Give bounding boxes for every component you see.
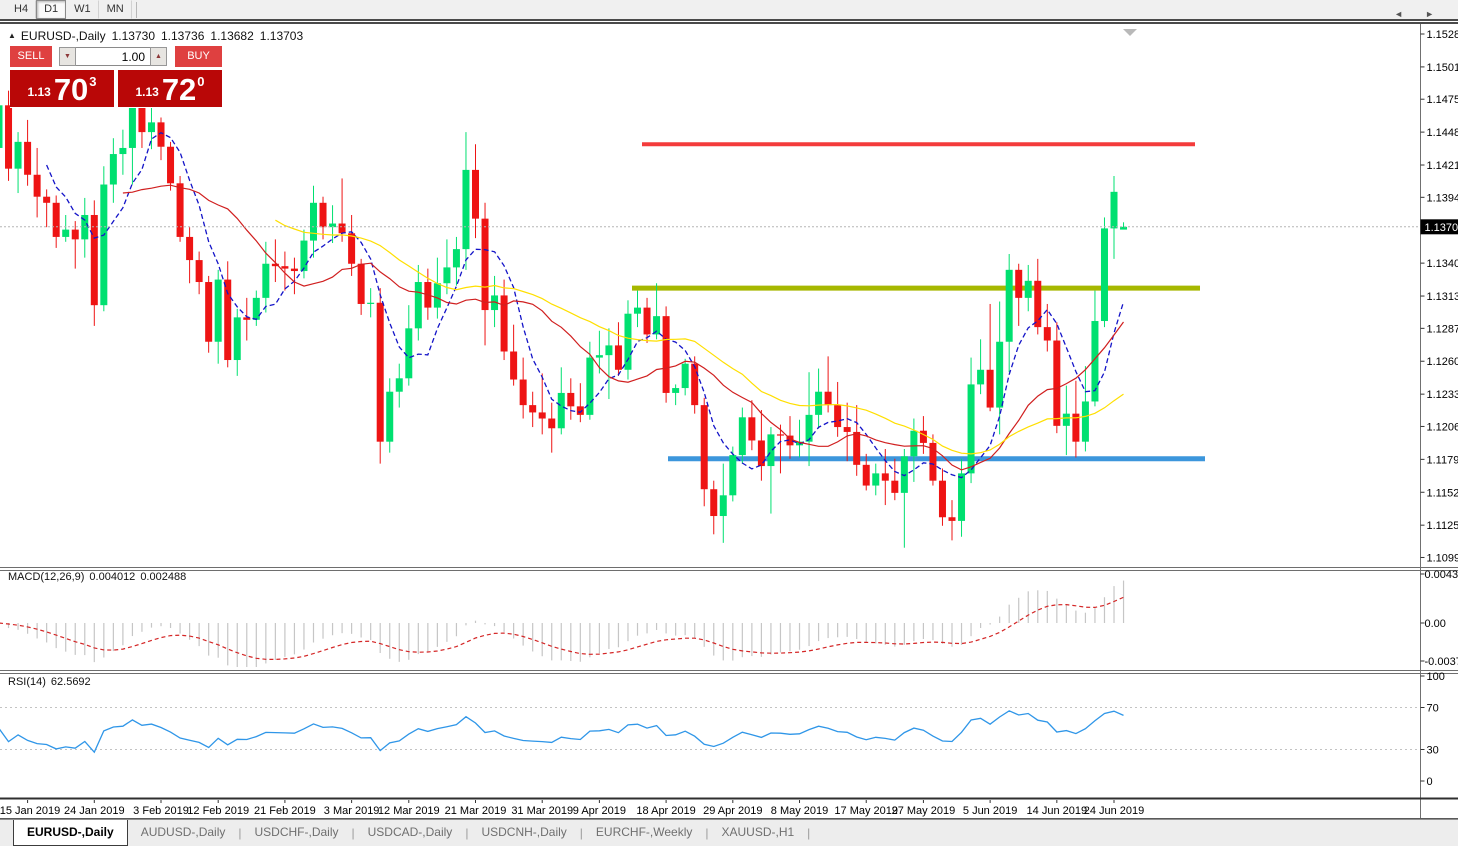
price-tick: 1.12330 <box>1427 389 1458 401</box>
timeframe-button-mn[interactable]: MN <box>99 0 132 19</box>
tab-separator: | <box>807 826 811 840</box>
price-tick: 1.13945 <box>1427 192 1458 204</box>
timeframe-toolbar: H4 D1 W1 MN <box>0 0 1458 21</box>
chart-tab-xauusd[interactable]: XAUUSD-,H1 <box>708 820 807 846</box>
chart-tab-eurchf[interactable]: EURCHF-,Weekly <box>583 820 705 846</box>
buy-button[interactable]: BUY <box>175 46 222 67</box>
chart-tab-audusd[interactable]: AUDUSD-,Daily <box>128 820 239 846</box>
date-tick: 24 Jun 2019 <box>1084 805 1145 817</box>
one-click-trading-panel: SELL ▼ ▲ BUY 1.13 70 3 1.13 72 0 <box>10 46 222 108</box>
rsi-indicator-label: RSI(14) 62.5692 <box>8 676 96 688</box>
timeframe-button-h4[interactable]: H4 <box>6 0 37 19</box>
sell-price-sup: 3 <box>89 74 97 89</box>
svg-text:0.004379: 0.004379 <box>1425 569 1458 581</box>
svg-text:30: 30 <box>1427 745 1439 757</box>
date-tick: 15 Jan 2019 <box>0 805 60 817</box>
price-tick: 1.12870 <box>1427 323 1458 335</box>
chart-tab-eurusd[interactable]: EURUSD-,Daily <box>13 820 128 846</box>
chart-tab-usdcnh[interactable]: USDCNH-,Daily <box>468 820 579 846</box>
date-tick: 3 Feb 2019 <box>133 805 189 817</box>
date-tick: 9 Apr 2019 <box>573 805 626 817</box>
date-tick: 12 Feb 2019 <box>187 805 249 817</box>
sell-price-button[interactable]: 1.13 70 3 <box>10 70 114 107</box>
price-tick: 1.10990 <box>1427 552 1458 564</box>
date-tick: 3 Mar 2019 <box>324 805 380 817</box>
date-tick: 12 Mar 2019 <box>378 805 440 817</box>
tab-scroll-controls: ◄ ► <box>1372 0 1434 27</box>
svg-text:100: 100 <box>1427 671 1445 683</box>
mt4-window: H4D1W1MN 1.152851.150151.147501.144801.1… <box>0 0 1458 846</box>
timeframe-button-w1[interactable]: W1 <box>66 0 99 19</box>
volume-input[interactable] <box>76 47 150 66</box>
date-tick: 31 Mar 2019 <box>511 805 573 817</box>
buy-price-sup: 0 <box>197 74 205 89</box>
date-tick: 21 Feb 2019 <box>254 805 316 817</box>
chart-tabs-bar: EURUSD-,Daily AUDUSD-,Daily | USDCHF-,Daily… <box>0 819 1458 846</box>
tab-scroll-right-icon[interactable]: ► <box>1425 9 1434 19</box>
price-tick: 1.11525 <box>1427 487 1458 499</box>
chart-canvas[interactable]: 1.152851.150151.147501.144801.142101.139… <box>0 0 1458 846</box>
sell-price-big: 70 <box>53 72 89 107</box>
date-tick: 5 Jun 2019 <box>963 805 1017 817</box>
buy-price-big: 72 <box>161 72 197 107</box>
date-tick: 27 May 2019 <box>892 805 956 817</box>
price-tick: 1.15015 <box>1427 62 1458 74</box>
sell-price-prefix: 1.13 <box>27 85 51 99</box>
svg-text:1.13703: 1.13703 <box>1425 222 1458 234</box>
svg-text:0.00: 0.00 <box>1425 618 1446 630</box>
svg-text:-0.00371: -0.00371 <box>1425 656 1458 668</box>
price-tick: 1.13405 <box>1427 258 1458 270</box>
date-tick: 14 Jun 2019 <box>1027 805 1088 817</box>
price-tick: 1.12065 <box>1427 421 1458 433</box>
svg-text:70: 70 <box>1427 703 1439 715</box>
sell-button[interactable]: SELL <box>10 46 52 67</box>
date-tick: 24 Jan 2019 <box>64 805 125 817</box>
price-tick: 1.14210 <box>1427 160 1458 172</box>
date-tick: 29 Apr 2019 <box>703 805 762 817</box>
price-tick: 1.15285 <box>1427 29 1458 41</box>
tab-scroll-left-icon[interactable]: ◄ <box>1394 9 1403 19</box>
ohlc-high: 1.13736 <box>161 29 205 43</box>
buy-price-button[interactable]: 1.13 72 0 <box>118 70 222 107</box>
timeframe-button-d1[interactable]: D1 <box>36 0 67 19</box>
date-tick: 8 May 2019 <box>771 805 828 817</box>
macd-signal-value: 0.002488 <box>140 571 187 583</box>
ohlc-open: 1.13730 <box>111 29 155 43</box>
toolbar-separator <box>135 1 137 18</box>
date-tick: 17 May 2019 <box>834 805 898 817</box>
price-tick: 1.11255 <box>1427 520 1458 532</box>
price-tick: 1.11795 <box>1427 454 1458 466</box>
collapse-panel-icon[interactable]: ▲ <box>8 31 16 40</box>
chart-tab-usdchf[interactable]: USDCHF-,Daily <box>242 820 352 846</box>
price-tick: 1.14750 <box>1427 94 1458 106</box>
volume-increase-button[interactable]: ▲ <box>150 47 167 66</box>
rsi-value: 62.5692 <box>50 676 91 688</box>
macd-main-value: 0.004012 <box>89 571 136 583</box>
price-tick: 1.12600 <box>1427 356 1458 368</box>
ohlc-low: 1.13682 <box>210 29 254 43</box>
chart-tab-usdcad[interactable]: USDCAD-,Daily <box>355 820 466 846</box>
rsi-name: RSI(14) <box>8 676 46 688</box>
macd-indicator-label: MACD(12,26,9) 0.004012 0.002488 <box>8 571 191 583</box>
chart-symbol-label: EURUSD-,Daily <box>20 29 106 43</box>
volume-decrease-button[interactable]: ▼ <box>59 47 76 66</box>
ohlc-close: 1.13703 <box>259 29 304 43</box>
date-tick: 21 Mar 2019 <box>445 805 507 817</box>
price-tick: 1.13135 <box>1427 291 1458 303</box>
buy-price-prefix: 1.13 <box>135 85 159 99</box>
chart-title: ▲ EURUSD-,Daily 1.13730 1.13736 1.13682 1.137… <box>8 29 303 43</box>
macd-name: MACD(12,26,9) <box>8 571 85 583</box>
svg-text:0: 0 <box>1427 776 1433 788</box>
price-tick: 1.14480 <box>1427 127 1458 139</box>
date-tick: 18 Apr 2019 <box>636 805 695 817</box>
